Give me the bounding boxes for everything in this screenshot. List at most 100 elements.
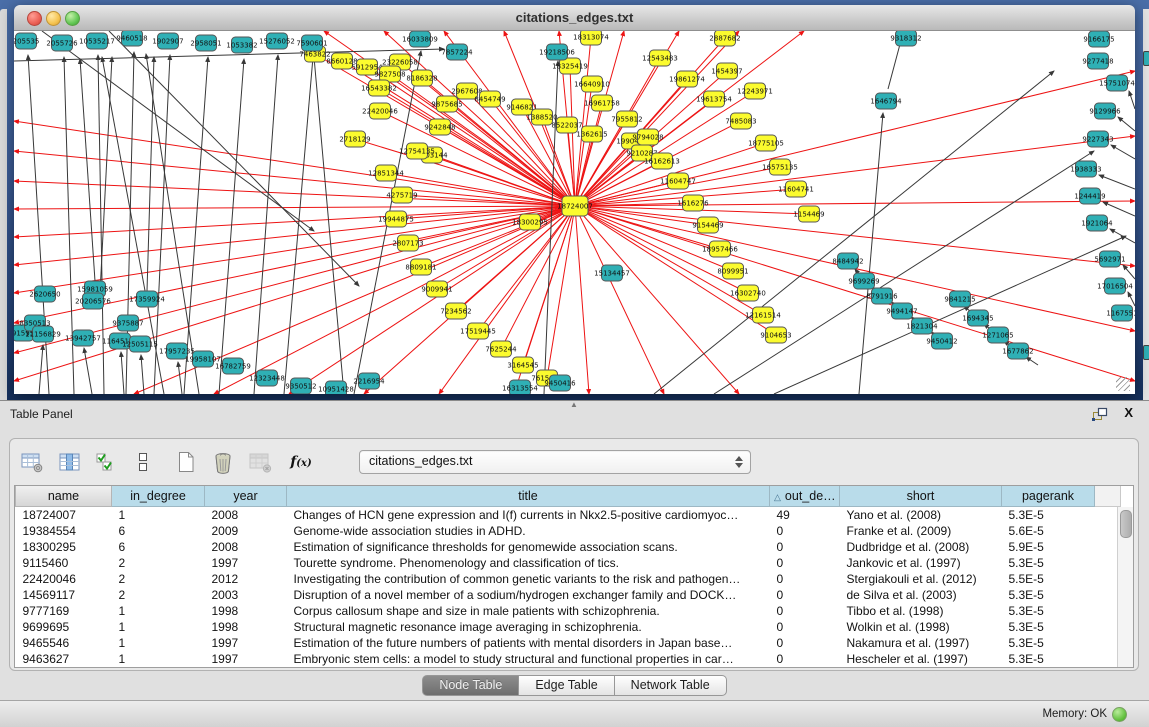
scrollbar-thumb[interactable] (1120, 510, 1132, 538)
tab-node-table[interactable]: Node Table (422, 675, 519, 696)
table-cell[interactable]: 1998 (205, 619, 287, 635)
network-edge[interactable] (1103, 202, 1135, 216)
show-column-icon[interactable] (56, 449, 82, 475)
network-edge[interactable] (28, 55, 49, 394)
table-mode-icon[interactable] (19, 449, 45, 475)
table-cell[interactable]: 1 (112, 651, 205, 667)
table-cell[interactable]: 2012 (205, 571, 287, 587)
table-cell[interactable]: 1 (112, 635, 205, 651)
network-edge[interactable] (178, 362, 182, 394)
column-header-short[interactable]: short (840, 486, 1002, 507)
network-edge[interactable] (1026, 357, 1038, 365)
table-cell[interactable]: 2 (112, 587, 205, 603)
table-cell[interactable]: 0 (770, 619, 840, 635)
table-row[interactable]: 2242004622012Investigating the contribut… (16, 571, 1121, 587)
table-cell[interactable]: 0 (770, 587, 840, 603)
table-cell[interactable]: 2 (112, 555, 205, 571)
table-cell[interactable]: 0 (770, 571, 840, 587)
network-edge[interactable] (100, 57, 112, 293)
table-cell[interactable]: 0 (770, 651, 840, 667)
table-row[interactable]: 1872400712008Changes of HCN gene express… (16, 507, 1121, 524)
table-cell[interactable]: Embryonic stem cells: a model to study s… (287, 651, 770, 667)
network-edge[interactable] (121, 352, 124, 394)
table-cell[interactable]: Nakamura et al. (1997) (840, 635, 1002, 651)
network-edge[interactable] (14, 151, 575, 206)
table-cell[interactable]: 1997 (205, 555, 287, 571)
table-cell[interactable]: 5.3E-5 (1002, 555, 1095, 571)
network-edge[interactable] (575, 206, 589, 394)
table-cell[interactable]: 5.3E-5 (1002, 603, 1095, 619)
network-edge[interactable] (254, 55, 278, 394)
column-header-title[interactable]: title (287, 486, 770, 507)
table-cell[interactable]: 49 (770, 507, 840, 524)
table-row[interactable]: 1830029562008Estimation of significance … (16, 539, 1121, 555)
table-cell[interactable]: 0 (770, 603, 840, 619)
table-row[interactable]: 946362711997Embryonic stem cells: a mode… (16, 651, 1121, 667)
table-cell[interactable]: 1997 (205, 635, 287, 651)
network-edge[interactable] (859, 113, 883, 394)
network-edge[interactable] (1128, 292, 1135, 306)
network-edge[interactable] (147, 57, 154, 291)
network-edge[interactable] (408, 206, 575, 243)
close-panel-icon[interactable]: X (1124, 405, 1133, 420)
table-row[interactable]: 969969511998Structural magnetic resonanc… (16, 619, 1121, 635)
table-row[interactable]: 946554611997Estimation of the future num… (16, 635, 1121, 651)
table-cell[interactable]: Changes of HCN gene expression and I(f) … (287, 507, 770, 524)
table-selector-dropdown[interactable]: citations_edges.txt (359, 450, 751, 474)
network-edge[interactable] (184, 57, 208, 394)
table-cell[interactable]: Franke et al. (2009) (840, 523, 1002, 539)
row-height-icon[interactable] (130, 449, 156, 475)
table-cell[interactable]: 5.5E-5 (1002, 571, 1095, 587)
table-cell[interactable]: Dudbridge et al. (2008) (840, 539, 1002, 555)
tab-network-table[interactable]: Network Table (615, 675, 727, 696)
resize-grip-icon[interactable] (1116, 377, 1130, 391)
table-cell[interactable]: 22420046 (16, 571, 112, 587)
column-header-out_degree[interactable]: △out_de… (770, 486, 840, 507)
table-cell[interactable]: 0 (770, 635, 840, 651)
network-edge[interactable] (575, 206, 739, 394)
network-canvas[interactable]: 1872400774638228660128591295423226058982… (14, 31, 1135, 394)
table-cell[interactable]: 2 (112, 571, 205, 587)
table-cell[interactable]: Structural magnetic resonance image aver… (287, 619, 770, 635)
select-all-icon[interactable] (93, 449, 119, 475)
table-cell[interactable]: Yano et al. (2008) (840, 507, 1002, 524)
float-panel-icon[interactable] (1091, 406, 1109, 422)
network-edge[interactable] (714, 151, 1094, 394)
table-cell[interactable]: Jankovic et al. (1997) (840, 555, 1002, 571)
column-header-year[interactable]: year (205, 486, 287, 507)
network-edge[interactable] (219, 59, 244, 394)
network-edge[interactable] (1111, 145, 1135, 159)
table-cell[interactable]: 19384554 (16, 523, 112, 539)
table-cell[interactable]: 2008 (205, 507, 287, 524)
table-cell[interactable]: Stergiakouli et al. (2012) (840, 571, 1002, 587)
tab-edge-table[interactable]: Edge Table (519, 675, 614, 696)
function-builder-icon[interactable]: f(x) (288, 449, 314, 475)
table-cell[interactable]: Hescheler et al. (1997) (840, 651, 1002, 667)
network-edge[interactable] (575, 136, 1135, 206)
table-scrollbar[interactable] (1117, 507, 1133, 667)
table-row[interactable]: 1938455462009Genome-wide association stu… (16, 523, 1121, 539)
table-cell[interactable]: 2003 (205, 587, 287, 603)
table-cell[interactable]: 9465546 (16, 635, 112, 651)
network-edge[interactable] (1118, 117, 1135, 131)
table-cell[interactable]: 1 (112, 619, 205, 635)
table-cell[interactable]: Estimation of significance thresholds fo… (287, 539, 770, 555)
table-row[interactable]: 977716911998Corpus callosum shape and si… (16, 603, 1121, 619)
table-cell[interactable]: 9699695 (16, 619, 112, 635)
network-edge[interactable] (109, 31, 359, 286)
table-cell[interactable]: 5.3E-5 (1002, 507, 1095, 524)
table-cell[interactable]: 18724007 (16, 507, 112, 524)
network-edge[interactable] (1110, 229, 1135, 243)
table-cell[interactable]: Investigating the contribution of common… (287, 571, 770, 587)
table-cell[interactable]: 5.3E-5 (1002, 635, 1095, 651)
table-cell[interactable]: 5.3E-5 (1002, 587, 1095, 603)
table-cell[interactable]: 2008 (205, 539, 287, 555)
network-edge[interactable] (141, 355, 144, 394)
network-edge[interactable] (314, 57, 344, 394)
table-cell[interactable]: Wolkin et al. (1998) (840, 619, 1002, 635)
network-edge[interactable] (84, 348, 92, 394)
column-header-name[interactable]: name (16, 486, 112, 507)
table-cell[interactable]: 0 (770, 539, 840, 555)
new-table-icon[interactable] (173, 449, 199, 475)
table-cell[interactable]: 2009 (205, 523, 287, 539)
